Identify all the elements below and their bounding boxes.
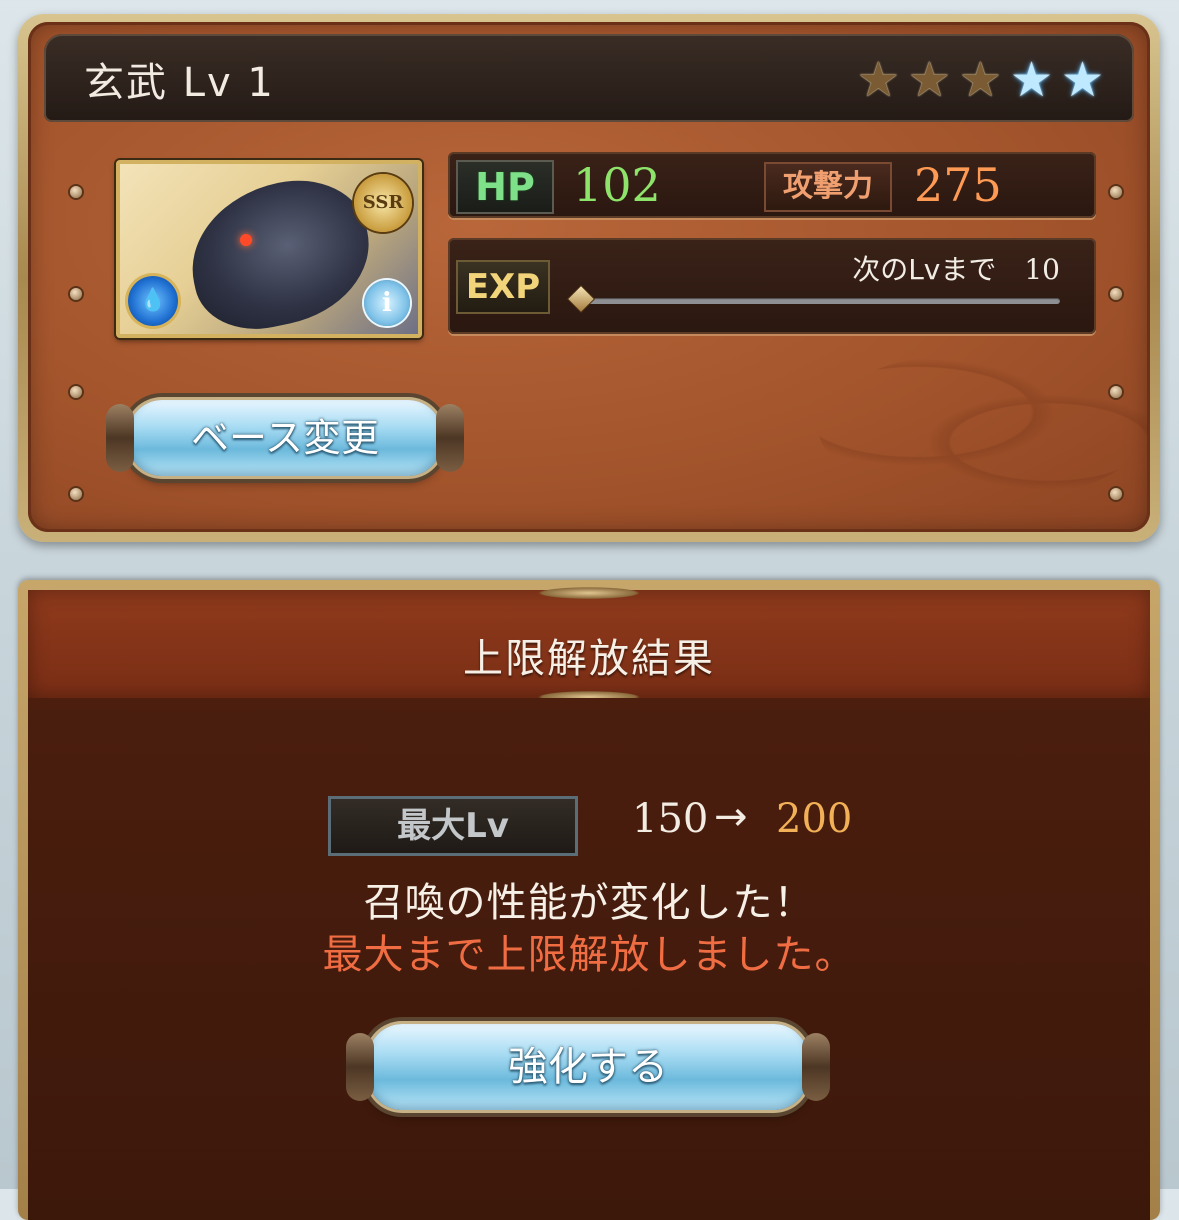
max-level-after: 200 [776,796,853,842]
button-end-cap [106,404,134,472]
rivet-decoration [1110,186,1122,198]
enhance-label: 強化する [508,1044,668,1090]
exp-progress-bar [568,286,1060,312]
button-end-cap [436,404,464,472]
star-icon: ★ [958,52,1002,108]
exp-progress-knob [568,286,594,312]
background-ornament [818,352,1148,502]
button-end-cap [802,1033,830,1101]
base-change-label: ベース変更 [190,416,380,460]
uncap-stars: ★ ★ ★ ★ ★ [857,56,1104,104]
exp-panel: EXP 次のLvまで 10 [448,238,1096,334]
rivet-decoration [70,288,82,300]
title-bar: 玄武 Lv 1 ★ ★ ★ ★ ★ [44,34,1134,122]
hp-value: 102 [573,158,661,212]
summon-card: 玄武 Lv 1 ★ ★ ★ ★ ★ SSR 💧 i HP 102 攻撃力 275… [18,14,1160,542]
hp-label: HP [456,160,554,214]
max-level-label: 最大Lv [328,796,578,856]
rivet-decoration [70,186,82,198]
result-body: 最大Lv 150 → 200 召喚の性能が変化した！ 最大まで上限解放しました。 [28,698,1150,1220]
summon-name-level: 玄武 Lv 1 [84,60,275,106]
enhance-button[interactable]: 強化する [346,1024,830,1110]
exp-label: EXP [456,260,550,314]
arrow-right-icon: → [714,794,748,840]
fully-uncapped-message: 最大まで上限解放しました。 [322,932,856,978]
button-end-cap [346,1033,374,1101]
blue-star-icon: ★ [1060,52,1104,108]
ssr-rarity-badge: SSR [354,174,412,232]
result-header: 上限解放結果 [28,586,1150,704]
next-level-label: 次のLvまで [852,253,997,286]
rivet-decoration [1110,488,1122,500]
header-ornament [529,586,649,600]
max-level-before: 150 [632,796,709,842]
attack-label: 攻撃力 [764,162,892,212]
info-icon[interactable]: i [364,280,410,326]
genbu-artwork [177,166,383,334]
next-level-value: 10 [1024,253,1060,286]
summon-portrait[interactable]: SSR 💧 i [116,160,422,338]
rivet-decoration [70,386,82,398]
hp-atk-panel: HP 102 攻撃力 275 [448,152,1096,218]
star-icon: ★ [907,52,951,108]
blue-star-icon: ★ [1009,52,1053,108]
uncap-result-panel: 上限解放結果 最大Lv 150 → 200 召喚の性能が変化した！ 最大まで上限… [18,580,1160,1220]
base-change-button[interactable]: ベース変更 [106,400,464,476]
beast-eye [240,234,252,246]
water-element-icon: 💧 [128,276,178,326]
attack-value: 275 [914,158,1002,212]
performance-changed-message: 召喚の性能が変化した！ [363,880,815,926]
rivet-decoration [70,488,82,500]
rivet-decoration [1110,288,1122,300]
result-title: 上限解放結果 [463,636,715,682]
next-level-text: 次のLvまで 10 [852,248,1060,288]
summon-card-body: 玄武 Lv 1 ★ ★ ★ ★ ★ SSR 💧 i HP 102 攻撃力 275… [28,22,1150,532]
star-icon: ★ [856,52,900,108]
